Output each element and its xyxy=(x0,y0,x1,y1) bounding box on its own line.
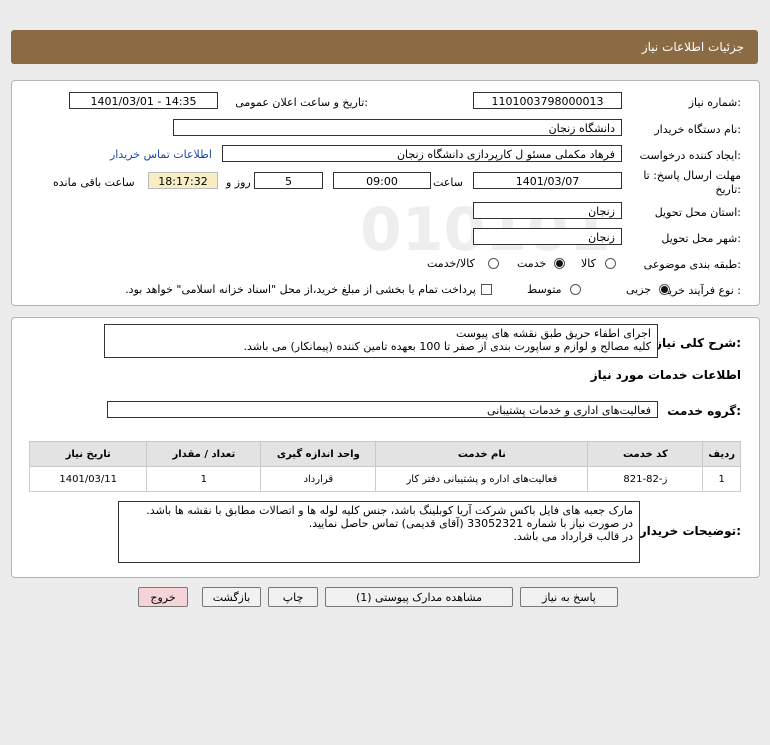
days-label: روز و xyxy=(226,176,251,189)
page-title: جزئیات اطلاعات نیاز xyxy=(641,40,744,54)
col-row: ردیف xyxy=(702,441,741,467)
buyer-notes-line: در قالب قرارداد می باشد. xyxy=(513,530,633,543)
service-group-label: گروه خدمت: xyxy=(667,404,741,418)
radio-icon xyxy=(605,258,616,269)
buyer-notes-label: توضیحات خریدار: xyxy=(639,524,741,538)
need-number-label: شماره نیاز: xyxy=(688,96,741,109)
cell-unit: قرارداد xyxy=(260,466,377,492)
category-option-goods: کالا xyxy=(581,257,596,270)
province-label: استان محل تحویل: xyxy=(654,206,741,219)
buyer-notes-line: در صورت نیاز با شماره 33052321 (آقای قدی… xyxy=(308,517,633,530)
need-number-field: 1101003798000013 xyxy=(473,92,622,109)
treasury-checkbox[interactable] xyxy=(481,284,492,295)
deadline-label: مهلت ارسال پاسخ: تا xyxy=(643,169,741,182)
cell-name: فعالیت‌های اداره و پشتیبانی دفتر کار xyxy=(375,466,589,492)
remaining-time-label: ساعت باقی مانده xyxy=(53,176,135,189)
cell-date: 1401/03/11 xyxy=(28,466,148,492)
col-code: کد خدمت xyxy=(587,441,704,467)
category-radio-service[interactable] xyxy=(554,258,565,272)
summary-textbox: اجرای اطفاء حریق طبق نقشه های پیوست کلیه… xyxy=(104,324,658,358)
services-table: ردیف کد خدمت نام خدمت واحد اندازه گیری ت… xyxy=(28,441,741,492)
service-group-field: فعالیت‌های اداری و خدمات پشتیبانی xyxy=(107,401,658,418)
process-option-minor: جزیی xyxy=(626,283,652,296)
services-section-title: اطلاعات خدمات مورد نیاز xyxy=(590,368,741,382)
need-info-panel xyxy=(11,80,760,306)
page-header: جزئیات اطلاعات نیاز xyxy=(11,30,758,64)
creator-field: فرهاد مکملی مسئو ل کارپردازی دانشگاه زنج… xyxy=(222,145,622,162)
col-unit: واحد اندازه گیری xyxy=(260,441,377,467)
announce-label: تاریخ و ساعت اعلان عمومی: xyxy=(235,96,368,109)
radio-icon xyxy=(488,258,499,269)
days-remaining-field: 5 xyxy=(254,172,323,189)
col-date: تاریخ نیاز xyxy=(28,441,148,467)
category-radio-both[interactable] xyxy=(488,258,499,272)
exit-button[interactable]: خروج xyxy=(138,587,188,607)
announce-field: 1401/03/01 - 14:35 xyxy=(69,92,218,109)
province-field: زنجان xyxy=(473,202,622,219)
category-radio-goods[interactable] xyxy=(605,258,616,272)
buyer-contact-link[interactable]: اطلاعات تماس خریدار xyxy=(110,148,212,161)
radio-selected-icon xyxy=(659,284,670,295)
process-radio-minor[interactable] xyxy=(659,284,670,298)
table-row: 1 ز-82-821 فعالیت‌های اداره و پشتیبانی د… xyxy=(28,466,741,492)
city-label: شهر محل تحویل: xyxy=(661,232,741,245)
summary-label: شرح کلی نیاز: xyxy=(655,336,741,350)
creator-label: ایجاد کننده درخواست: xyxy=(639,149,741,162)
col-qty: تعداد / مقدار xyxy=(146,441,262,467)
deadline-date-label: تاریخ: xyxy=(715,183,741,196)
summary-line: اجرای اطفاء حریق طبق نقشه های پیوست xyxy=(455,327,651,340)
process-option-medium: متوسط xyxy=(527,283,562,296)
radio-icon xyxy=(570,284,581,295)
radio-selected-icon xyxy=(554,258,565,269)
city-field: زنجان xyxy=(473,228,622,245)
print-button[interactable]: چاپ xyxy=(268,587,318,607)
deadline-date-field: 1401/03/07 xyxy=(473,172,622,189)
reply-button[interactable]: پاسخ به نیاز xyxy=(520,587,618,607)
process-label: نوع فرآیند خرید : xyxy=(663,284,741,297)
remaining-time-field: 18:17:32 xyxy=(148,172,218,189)
buyer-notes-line: مارک جعبه های فایل باکس شرکت آریا کوبلین… xyxy=(146,504,633,517)
table-header-row: ردیف کد خدمت نام خدمت واحد اندازه گیری ت… xyxy=(28,441,741,467)
cell-code: ز-82-821 xyxy=(587,466,704,492)
buyer-org-label: نام دستگاه خریدار: xyxy=(654,123,741,136)
category-option-service: خدمت xyxy=(517,257,547,270)
process-radio-medium[interactable] xyxy=(570,284,581,298)
deadline-time-label: ساعت xyxy=(433,176,463,189)
buyer-notes-textbox: مارک جعبه های فایل باکس شرکت آریا کوبلین… xyxy=(118,501,640,563)
buyer-org-field: دانشگاه زنجان xyxy=(173,119,622,136)
treasury-payment-note: پرداخت تمام یا بخشی از مبلغ خرید،از محل … xyxy=(125,283,476,296)
deadline-time-field: 09:00 xyxy=(333,172,431,189)
cell-qty: 1 xyxy=(146,466,262,492)
category-option-both: کالا/خدمت xyxy=(427,257,475,270)
summary-line: کلیه مصالح و لوازم و ساپورت بندی از صفر … xyxy=(243,340,651,353)
back-button[interactable]: بازگشت xyxy=(202,587,261,607)
cell-row: 1 xyxy=(702,466,741,492)
col-name: نام خدمت xyxy=(375,441,589,467)
attachments-button[interactable]: مشاهده مدارک پیوستی (1) xyxy=(325,587,513,607)
category-label: طبقه بندی موضوعی: xyxy=(643,258,741,271)
